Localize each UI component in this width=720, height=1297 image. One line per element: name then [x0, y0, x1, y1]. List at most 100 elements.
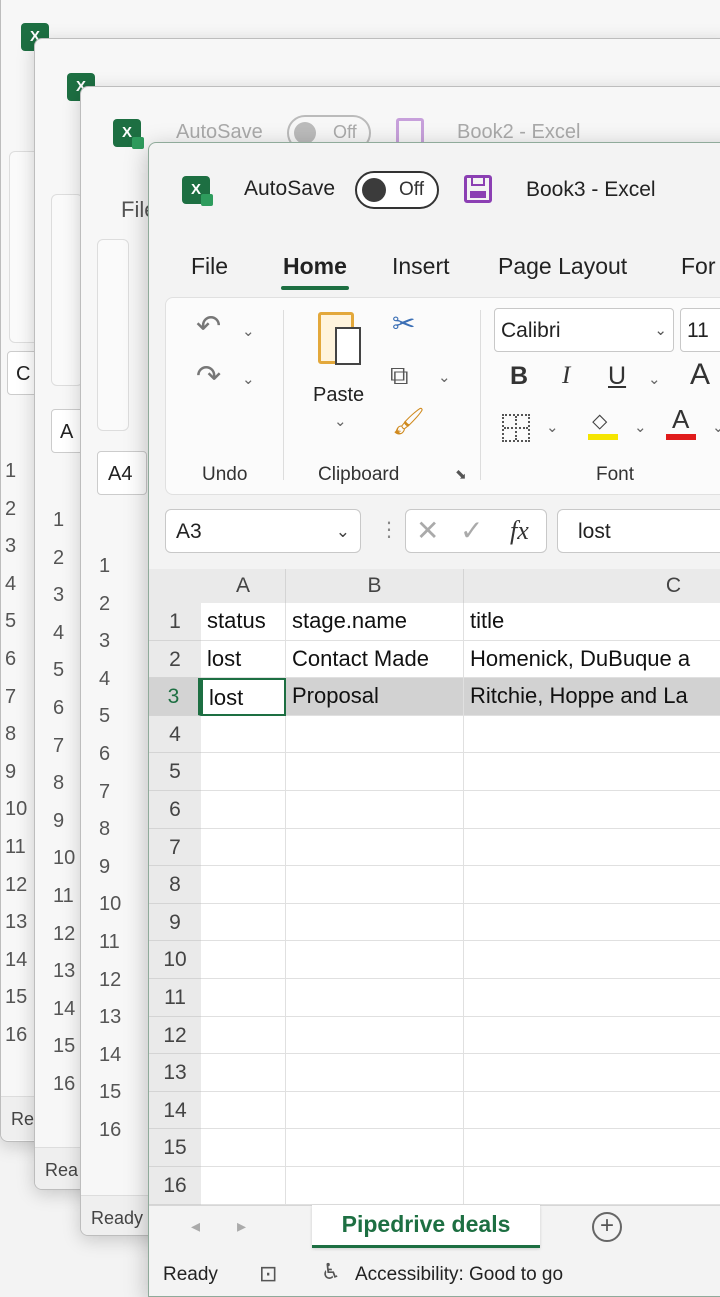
table-cell[interactable] — [286, 828, 464, 867]
sheet-tab-pipedrive-deals[interactable]: Pipedrive deals — [312, 1205, 540, 1248]
table-cell[interactable] — [286, 1091, 464, 1130]
table-cell[interactable] — [464, 941, 720, 979]
table-cell[interactable]: Homenick, DuBuque a — [464, 641, 720, 679]
formula-input[interactable]: lost — [557, 509, 720, 553]
tab-insert[interactable]: Insert — [392, 253, 450, 280]
row-header[interactable]: 9 — [149, 903, 201, 942]
table-cell[interactable] — [286, 903, 464, 942]
table-cell[interactable]: Contact Made — [286, 640, 464, 679]
table-cell[interactable]: Ritchie, Hoppe and La — [464, 678, 720, 716]
table-cell[interactable] — [201, 791, 286, 829]
chevron-down-icon[interactable]: ⌄ — [546, 418, 559, 436]
table-cell[interactable] — [201, 1054, 286, 1092]
cell-mode-icon[interactable]: ⊡ — [259, 1261, 277, 1287]
row-header[interactable]: 6 — [149, 791, 201, 829]
table-cell[interactable] — [286, 1016, 464, 1055]
table-cell[interactable] — [464, 753, 720, 791]
row-header[interactable]: 10 — [149, 941, 201, 979]
prev-sheet-icon[interactable]: ◂ — [191, 1216, 200, 1237]
table-cell[interactable] — [201, 715, 286, 754]
excel-window-book3[interactable]: X AutoSave Off Book3 - Excel File Home I… — [148, 142, 720, 1297]
row-header[interactable]: 8 — [149, 866, 201, 904]
table-cell[interactable]: lost — [201, 678, 286, 716]
table-cell[interactable]: status — [201, 603, 286, 641]
cancel-icon[interactable]: ✕ — [416, 514, 439, 547]
table-cell[interactable] — [201, 1167, 286, 1205]
row-header[interactable]: 7 — [149, 828, 201, 867]
undo-icon[interactable]: ↶ — [196, 312, 221, 342]
row-header[interactable]: 15 — [149, 1129, 201, 1167]
chevron-down-icon[interactable]: ⌄ — [648, 370, 661, 388]
scissors-icon[interactable]: ✂ — [392, 310, 415, 338]
tab-file[interactable]: File — [191, 253, 228, 280]
table-cell[interactable] — [464, 866, 720, 904]
row-header[interactable]: 12 — [149, 1016, 201, 1055]
table-cell[interactable] — [286, 866, 464, 904]
chevron-down-icon[interactable]: ⌄ — [438, 368, 451, 386]
table-cell[interactable] — [201, 1129, 286, 1167]
table-cell[interactable] — [464, 829, 720, 867]
table-cell[interactable] — [464, 1054, 720, 1092]
table-cell[interactable] — [464, 1017, 720, 1055]
table-cell[interactable] — [464, 791, 720, 829]
row-header[interactable]: 11 — [149, 979, 201, 1017]
row-header[interactable]: 1 — [149, 603, 201, 641]
table-cell[interactable] — [286, 979, 464, 1017]
table-cell[interactable] — [286, 791, 464, 829]
table-cell[interactable] — [286, 753, 464, 791]
table-cell[interactable] — [201, 903, 286, 942]
table-cell[interactable] — [464, 1167, 720, 1205]
borders-icon[interactable] — [502, 414, 530, 442]
redo-icon[interactable]: ↷ — [196, 362, 221, 392]
row-header[interactable]: 16 — [149, 1167, 201, 1205]
font-size-select[interactable]: 11 — [680, 308, 720, 352]
bold-button[interactable]: B — [510, 362, 528, 391]
tab-page-layout[interactable]: Page Layout — [498, 253, 627, 280]
chevron-down-icon[interactable]: ⌄ — [634, 418, 647, 436]
chevron-down-icon[interactable]: ⌄ — [242, 322, 255, 340]
row-header[interactable]: 3 — [149, 678, 201, 716]
accessibility-icon[interactable]: ♿ — [321, 1259, 341, 1285]
table-cell[interactable] — [201, 828, 286, 867]
table-cell[interactable]: stage.name — [286, 603, 464, 641]
autosave-toggle[interactable]: Off — [355, 171, 439, 209]
table-cell[interactable] — [286, 1129, 464, 1167]
column-header-a[interactable]: A — [201, 569, 286, 603]
table-cell[interactable] — [464, 979, 720, 1017]
table-cell[interactable] — [464, 1129, 720, 1167]
table-cell[interactable] — [201, 753, 286, 791]
table-cell[interactable] — [286, 1167, 464, 1205]
font-color-icon[interactable]: A — [664, 404, 698, 442]
insert-function-button[interactable]: fx — [510, 516, 529, 546]
chevron-down-icon[interactable]: ⌄ — [712, 418, 720, 436]
table-cell[interactable] — [201, 941, 286, 979]
chevron-down-icon[interactable]: ⌄ — [242, 370, 255, 388]
table-cell[interactable] — [201, 1016, 286, 1055]
more-options-icon[interactable]: ⋮ — [379, 517, 399, 542]
column-header-b[interactable]: B — [286, 569, 464, 603]
column-header-c[interactable]: C — [464, 569, 720, 603]
dialog-launcher-icon[interactable]: ⬊ — [455, 466, 467, 483]
table-cell[interactable] — [464, 716, 720, 754]
underline-button[interactable]: U — [608, 362, 626, 391]
table-cell[interactable]: lost — [201, 640, 286, 679]
accessibility-status[interactable]: Accessibility: Good to go — [355, 1264, 563, 1286]
table-cell[interactable] — [201, 866, 286, 904]
spreadsheet-grid[interactable]: A B C 1 2 3 4 5 6 7 8 9 10 11 12 13 14 15 16 status stag… — [149, 569, 720, 1205]
increase-font-button[interactable]: A — [690, 358, 710, 392]
copy-icon[interactable]: ⧉ — [390, 362, 409, 388]
table-cell[interactable] — [464, 1092, 720, 1130]
name-box[interactable]: A3 ⌄ — [165, 509, 361, 553]
table-cell[interactable] — [464, 904, 720, 942]
row-header[interactable]: 2 — [149, 640, 201, 679]
table-cell[interactable]: Proposal — [286, 678, 464, 716]
row-header[interactable]: 5 — [149, 753, 201, 791]
add-sheet-button[interactable]: + — [592, 1212, 622, 1242]
row-header[interactable]: 14 — [149, 1091, 201, 1130]
tab-formulas[interactable]: For — [681, 253, 716, 280]
row-header[interactable]: 4 — [149, 715, 201, 754]
table-cell[interactable] — [286, 941, 464, 979]
chevron-down-icon[interactable]: ⌄ — [334, 412, 347, 430]
table-cell[interactable] — [201, 1091, 286, 1130]
table-cell[interactable] — [286, 715, 464, 754]
